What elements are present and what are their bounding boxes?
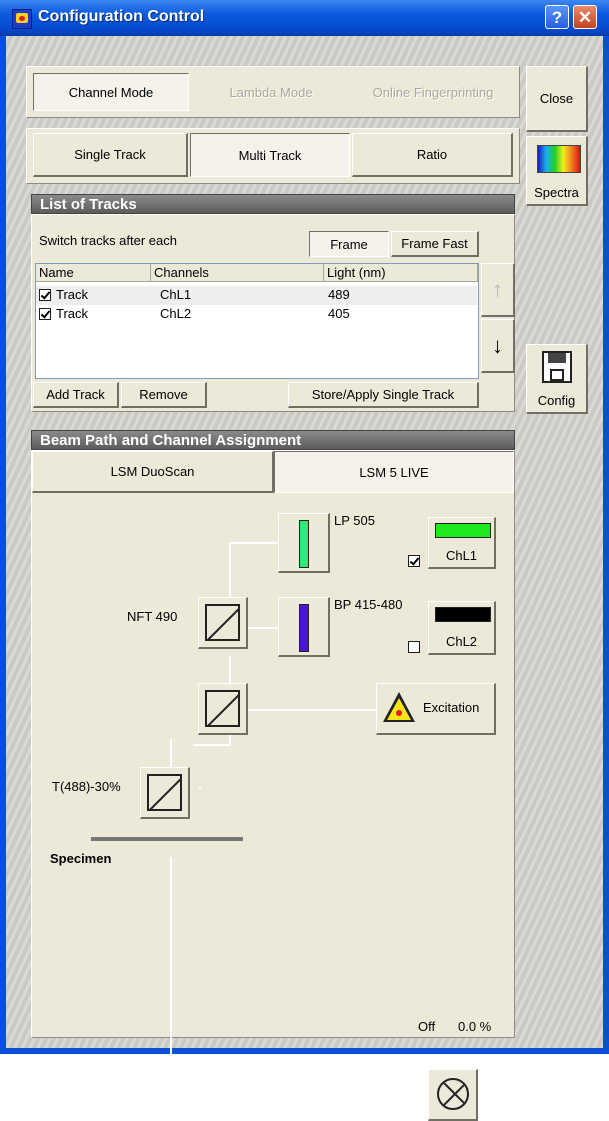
track-channels: ChL1 [160, 287, 192, 302]
config-label: Config [537, 393, 576, 408]
tab-lambda-mode[interactable]: Lambda Mode [193, 73, 349, 111]
lamp-icon [437, 1078, 469, 1110]
bp-filter-button[interactable] [278, 597, 330, 657]
tab-channel-mode[interactable]: Channel Mode [33, 73, 189, 111]
table-row[interactable]: Track ChL1 489 [36, 286, 477, 305]
tab-single-track[interactable]: Single Track [33, 133, 188, 177]
bp-label: BP 415-480 [334, 597, 403, 612]
track-type-frame: Single Track Multi Track Ratio [26, 128, 520, 184]
column-header-light[interactable]: Light (nm) [324, 264, 478, 282]
spectra-label: Spectra [534, 185, 579, 200]
nft490-label: NFT 490 [127, 609, 178, 624]
track-name: Track [56, 287, 89, 302]
chl2-label: ChL2 [445, 634, 478, 649]
add-track-button[interactable]: Add Track [33, 382, 119, 408]
spectra-button[interactable]: Spectra [526, 136, 588, 206]
title-bar: Configuration Control ? ✕ [0, 0, 609, 36]
configuration-window: Configuration Control ? ✕ Channel Mode L… [0, 0, 609, 1121]
beam-line [193, 744, 231, 746]
chl1-label: ChL1 [445, 548, 478, 563]
lp505-filter-icon [299, 520, 309, 568]
mode-tabs-frame: Channel Mode Lambda Mode Online Fingerpr… [26, 66, 520, 118]
frame-fast-button[interactable]: Frame Fast [391, 231, 479, 257]
table-row[interactable]: Track ChL2 405 [36, 305, 477, 324]
beam-line [229, 542, 281, 544]
close-window-button[interactable]: ✕ [573, 5, 597, 29]
tab-ratio[interactable]: Ratio [352, 133, 513, 177]
tab-lsm-5-live[interactable]: LSM 5 LIVE [274, 451, 514, 493]
app-icon [12, 9, 32, 29]
tab-lsm-duoscan[interactable]: LSM DuoScan [32, 451, 274, 493]
dichroic-mirror-icon [147, 774, 182, 811]
lamp-percent: 0.0 % [458, 1019, 492, 1034]
column-header-name[interactable]: Name [36, 264, 151, 282]
dichroic-mirror-icon [205, 690, 240, 727]
beam-line [199, 787, 201, 789]
help-button[interactable]: ? [545, 5, 569, 29]
beam-line [229, 709, 377, 711]
nft490-mirror-button[interactable] [198, 597, 248, 649]
chl1-channel-button[interactable]: ChL1 [428, 517, 496, 569]
store-apply-single-track-button[interactable]: Store/Apply Single Track [288, 382, 479, 408]
bp-filter-icon [299, 604, 309, 652]
move-up-button[interactable]: ↑ [481, 263, 515, 317]
chl2-color-swatch [435, 607, 491, 622]
t488-mirror-button[interactable] [140, 767, 190, 819]
track-light: 489 [328, 287, 350, 302]
list-of-tracks-header: List of Tracks [31, 194, 515, 214]
excitation-button[interactable]: Excitation [376, 683, 496, 735]
main-dichroic-mirror-button[interactable] [198, 683, 248, 735]
remove-button[interactable]: Remove [121, 382, 207, 408]
beam-line [170, 857, 172, 1099]
specimen-label: Specimen [50, 851, 112, 866]
client-area: Channel Mode Lambda Mode Online Fingerpr… [6, 36, 603, 1121]
track-channels: ChL2 [160, 306, 192, 321]
switch-tracks-label: Switch tracks after each [39, 233, 177, 248]
tracks-table: Name Channels Light (nm) Track ChL1 489 … [35, 263, 479, 379]
floppy-disk-icon [542, 351, 572, 383]
track-name: Track [56, 306, 89, 321]
track-checkbox[interactable] [39, 308, 51, 320]
t488-label: T(488)-30% [52, 779, 121, 794]
chl2-checkbox[interactable] [408, 641, 420, 653]
tab-online-fingerprinting[interactable]: Online Fingerprinting [353, 73, 513, 111]
lp505-label: LP 505 [334, 513, 375, 528]
close-button[interactable]: Close [526, 66, 588, 132]
beam-line [172, 1097, 436, 1099]
excitation-label: Excitation [423, 700, 480, 715]
spectra-icon [537, 145, 581, 173]
beam-path-panel: LSM DuoScan LSM 5 LIVE LP 505 ChL1 NFT 4… [31, 450, 515, 1121]
track-checkbox[interactable] [39, 289, 51, 301]
tracks-panel: Switch tracks after each Frame Frame Fas… [31, 214, 515, 412]
move-down-button[interactable]: ↓ [481, 319, 515, 373]
frame-button[interactable]: Frame [309, 231, 389, 257]
dichroic-mirror-icon [205, 604, 240, 641]
specimen-plane [91, 837, 243, 841]
tab-multi-track[interactable]: Multi Track [190, 133, 350, 177]
config-button[interactable]: Config [526, 344, 588, 414]
column-header-channels[interactable]: Channels [151, 264, 324, 282]
lp505-filter-button[interactable] [278, 513, 330, 573]
beam-path-header: Beam Path and Channel Assignment [31, 430, 515, 450]
track-light: 405 [328, 306, 350, 321]
window-title: Configuration Control [38, 8, 205, 25]
chl1-checkbox[interactable] [408, 555, 420, 567]
chl2-channel-button[interactable]: ChL2 [428, 601, 496, 655]
lamp-state: Off [418, 1019, 436, 1034]
chl1-color-swatch [435, 523, 491, 538]
lamp-button[interactable] [428, 1069, 478, 1121]
